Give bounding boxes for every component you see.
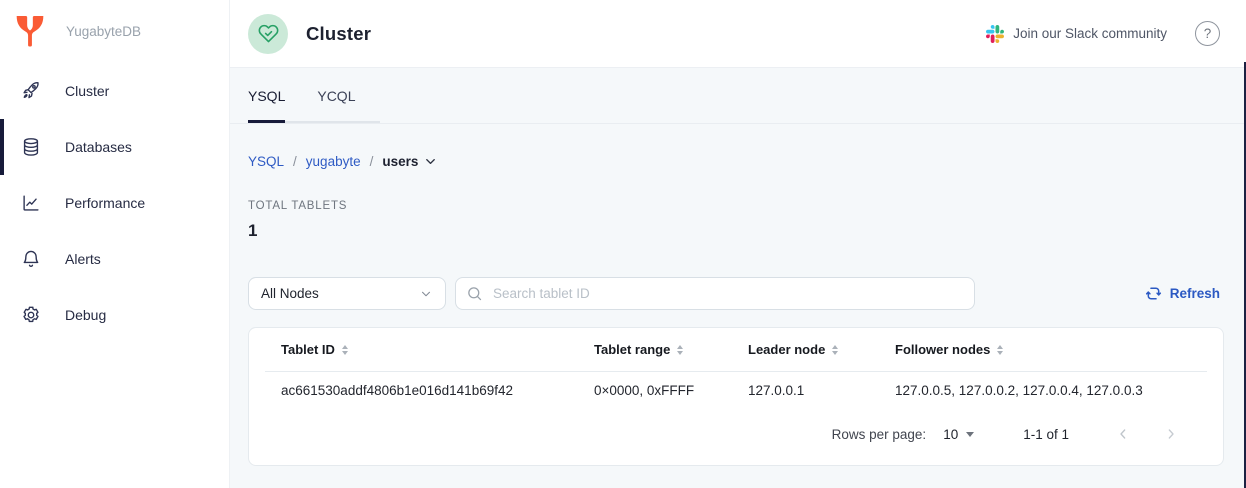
- column-header-label: Leader node: [748, 342, 825, 357]
- brand-logo-link[interactable]: YugabyteDB: [0, 0, 229, 54]
- cluster-health-badge: [248, 14, 288, 54]
- yugabytedb-logo-icon: [10, 11, 50, 51]
- table-header-row: Tablet ID Tablet range Leader node Follower…: [249, 328, 1223, 371]
- column-header-label: Tablet ID: [281, 342, 335, 357]
- heart-check-icon: [258, 23, 279, 44]
- rows-per-page-value: 10: [943, 427, 958, 442]
- search-tablet-box: [455, 277, 975, 310]
- gear-icon: [20, 304, 42, 326]
- sidebar-item-debug[interactable]: Debug: [0, 287, 229, 343]
- rows-per-page-label: Rows per page:: [832, 427, 927, 442]
- breadcrumb-item-label: yugabyte: [306, 154, 361, 169]
- tab-ycql[interactable]: YCQL: [317, 68, 355, 123]
- pagination-range: 1-1 of 1: [1023, 427, 1069, 442]
- sidebar-item-cluster[interactable]: Cluster: [0, 63, 229, 119]
- sidebar-item-label: Alerts: [65, 251, 101, 267]
- sort-icon: [997, 345, 1003, 355]
- database-icon: [20, 136, 42, 158]
- bell-icon: [20, 248, 42, 270]
- sidebar-item-alerts[interactable]: Alerts: [0, 231, 229, 287]
- pagination: Rows per page: 10 1-1 of 1: [249, 411, 1223, 457]
- chevron-down-icon: [423, 154, 438, 169]
- chart-line-icon: [20, 192, 42, 214]
- column-header-label: Tablet range: [594, 342, 670, 357]
- breadcrumb-item-label: users: [382, 154, 418, 169]
- rows-per-page-select[interactable]: 10: [943, 427, 974, 442]
- filter-row: All Nodes Refresh: [248, 277, 1224, 310]
- tablets-table-card: Tablet ID Tablet range Leader node Follower…: [248, 327, 1224, 466]
- rocket-icon: [20, 80, 42, 102]
- slack-community-link[interactable]: Join our Slack community: [986, 25, 1167, 43]
- main-panel: Cluster Join our Slack community ? YSQLY…: [230, 0, 1246, 488]
- column-header-tablet-range[interactable]: Tablet range: [594, 342, 748, 357]
- tab-ysql[interactable]: YSQL: [248, 68, 285, 123]
- tabs: YSQL YCQL: [248, 68, 355, 123]
- sidebar-item-databases[interactable]: Databases: [0, 119, 229, 175]
- sidebar-item-label: Debug: [65, 307, 106, 323]
- column-header-label: Follower nodes: [895, 342, 990, 357]
- next-page-button[interactable]: [1159, 422, 1183, 446]
- sidebar-item-label: Cluster: [65, 83, 109, 99]
- breadcrumb-item-users[interactable]: users: [382, 154, 438, 169]
- chevron-down-icon: [419, 287, 433, 301]
- sort-icon: [832, 345, 838, 355]
- column-header-tablet-id[interactable]: Tablet ID: [281, 342, 594, 357]
- sidebar: YugabyteDB Cluster Databases Performance Al…: [0, 0, 230, 488]
- sidebar-nav: Cluster Databases Performance Alerts Debug: [0, 63, 229, 343]
- refresh-label: Refresh: [1170, 286, 1220, 301]
- column-header-leader-node[interactable]: Leader node: [748, 342, 895, 357]
- chevron-left-icon: [1115, 426, 1131, 442]
- tab-strip: YSQL YCQL: [230, 68, 1246, 124]
- brand-name: YugabyteDB: [66, 24, 141, 39]
- refresh-button[interactable]: Refresh: [1141, 285, 1224, 302]
- sort-icon: [677, 345, 683, 355]
- nodes-filter-select[interactable]: All Nodes: [248, 277, 446, 310]
- total-tablets-label: TOTAL TABLETS: [248, 200, 1224, 212]
- search-tablet-input[interactable]: [491, 285, 964, 302]
- breadcrumb-item-label: YSQL: [248, 154, 284, 169]
- page-title: Cluster: [306, 23, 371, 45]
- chevron-right-icon: [1163, 426, 1179, 442]
- table-cell: 0×0000, 0xFFFF: [594, 383, 748, 398]
- sidebar-item-label: Databases: [65, 139, 132, 155]
- question-mark-icon: ?: [1204, 26, 1212, 41]
- nodes-filter-value: All Nodes: [261, 286, 319, 301]
- table-cell: ac661530addf4806b1e016d141b69f42: [281, 383, 594, 398]
- column-header-follower-nodes[interactable]: Follower nodes: [895, 342, 1207, 357]
- total-tablets-summary: TOTAL TABLETS 1: [248, 200, 1224, 241]
- refresh-icon: [1145, 285, 1162, 302]
- search-icon: [466, 285, 483, 302]
- slack-link-label: Join our Slack community: [1013, 26, 1167, 41]
- help-button[interactable]: ?: [1195, 21, 1220, 46]
- breadcrumb-separator: /: [293, 154, 297, 169]
- content-area: YSQL / yugabyte / users TOTAL TABLETS 1 All …: [230, 124, 1246, 488]
- sidebar-item-performance[interactable]: Performance: [0, 175, 229, 231]
- table-cell: 127.0.0.1: [748, 383, 895, 398]
- slack-icon: [986, 25, 1004, 43]
- breadcrumb-separator: /: [370, 154, 374, 169]
- breadcrumb-item-ysql[interactable]: YSQL: [248, 154, 284, 169]
- table-row[interactable]: ac661530addf4806b1e016d141b69f420×0000, …: [249, 372, 1223, 409]
- topbar: Cluster Join our Slack community ?: [230, 0, 1246, 68]
- breadcrumb-item-yugabyte[interactable]: yugabyte: [306, 154, 361, 169]
- prev-page-button[interactable]: [1111, 422, 1135, 446]
- sort-icon: [342, 345, 348, 355]
- table-cell: 127.0.0.5, 127.0.0.2, 127.0.0.4, 127.0.0…: [895, 383, 1207, 398]
- caret-down-icon: [966, 432, 974, 437]
- table-body: ac661530addf4806b1e016d141b69f420×0000, …: [249, 372, 1223, 409]
- total-tablets-value: 1: [248, 221, 1224, 241]
- sidebar-item-label: Performance: [65, 195, 145, 211]
- breadcrumb: YSQL / yugabyte / users: [248, 154, 1224, 169]
